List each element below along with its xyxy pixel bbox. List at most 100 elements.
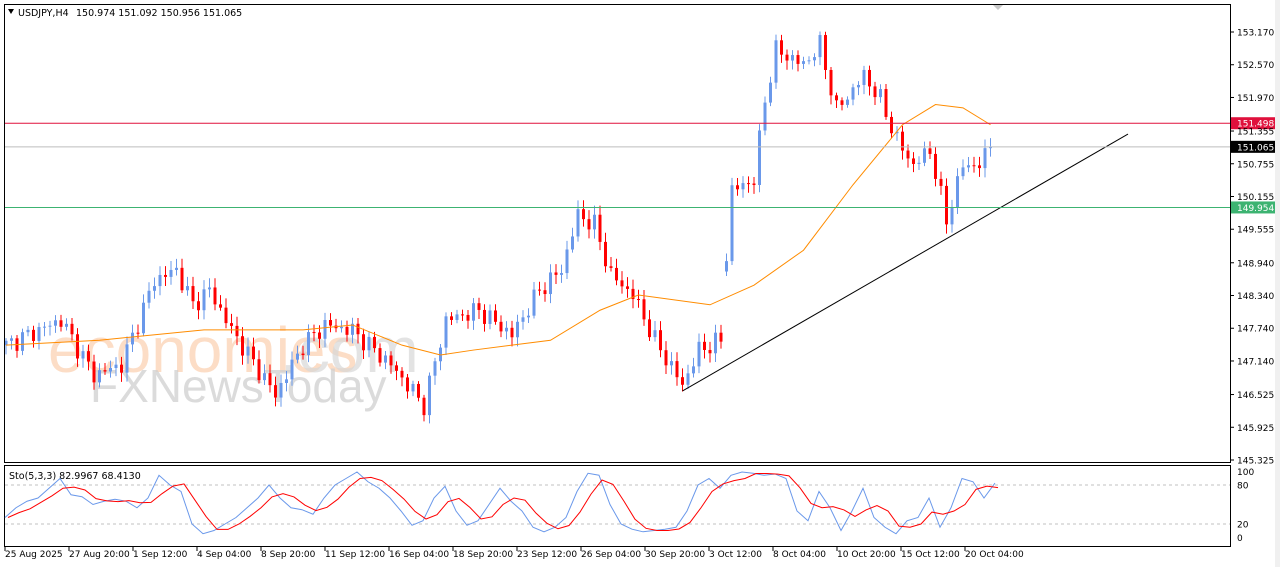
time-tick-label: 23 Sep 12:00 — [517, 550, 577, 560]
bull-candle — [923, 148, 926, 163]
bull-candle — [43, 326, 46, 328]
time-tick-label: 15 Oct 12:00 — [901, 550, 960, 560]
bear-candle — [659, 330, 662, 351]
bear-candle — [312, 332, 316, 334]
bull-candle — [285, 379, 288, 383]
bull-candle — [153, 286, 156, 291]
bear-candle — [224, 307, 228, 324]
bear-candle — [824, 35, 827, 70]
bear-candle — [840, 100, 844, 105]
bear-candle — [477, 303, 481, 310]
bear-candle — [466, 314, 470, 321]
price-tick-label: 151.355 — [1237, 128, 1274, 138]
bear-candle — [554, 272, 558, 275]
bear-candle — [510, 327, 514, 338]
bull-candle — [763, 102, 767, 131]
bull-candle — [472, 303, 475, 321]
bear-candle — [252, 346, 255, 360]
bear-candle — [796, 55, 800, 64]
bear-candle — [400, 370, 404, 378]
bull-candle — [758, 130, 761, 185]
bear-candle — [318, 332, 321, 339]
time-tick-label: 11 Sep 12:00 — [325, 550, 385, 560]
bear-candle — [543, 290, 547, 295]
bull-candle — [730, 185, 734, 262]
bull-candle — [576, 209, 580, 237]
bull-candle — [879, 89, 882, 98]
bear-candle — [378, 348, 382, 363]
bear-candle — [362, 334, 365, 351]
bear-candle — [620, 280, 624, 287]
bear-candle — [939, 178, 943, 186]
bull-candle — [26, 329, 30, 333]
bull-candle — [131, 332, 134, 345]
bear-candle — [136, 332, 140, 334]
bear-candle — [219, 304, 222, 308]
bear-candle — [422, 397, 426, 416]
bear-candle — [934, 153, 937, 179]
bull-candle — [65, 323, 68, 327]
bear-candle — [598, 214, 602, 242]
bull-candle — [202, 289, 206, 311]
price-tick-label: 148.340 — [1237, 292, 1274, 302]
price-tick-label: 152.570 — [1237, 61, 1274, 71]
bear-candle — [329, 320, 332, 326]
price-tick-label: 147.740 — [1237, 325, 1274, 335]
level-label: 100 — [1237, 468, 1254, 478]
bear-candle — [615, 267, 618, 281]
bear-candle — [197, 301, 200, 311]
bear-candle — [461, 314, 464, 316]
bear-candle — [483, 309, 486, 324]
bear-candle — [708, 349, 712, 354]
bear-candle — [235, 325, 239, 337]
price-tick-label: 150.755 — [1237, 160, 1274, 170]
bull-candle — [147, 290, 151, 303]
bull-candle — [208, 287, 211, 290]
bear-candle — [604, 241, 607, 267]
bear-candle — [906, 150, 910, 159]
bear-candle — [609, 266, 613, 268]
watermark-fxnewstoday: FXNewsToday — [90, 360, 387, 412]
bull-candle — [142, 302, 145, 334]
bull-candle — [323, 320, 327, 339]
bull-candle — [384, 355, 387, 363]
bear-candle — [92, 361, 96, 383]
bull-candle — [114, 364, 118, 369]
bull-candle — [917, 162, 921, 164]
bull-candle — [279, 382, 283, 398]
bear-candle — [719, 332, 723, 342]
price-tick-label: 145.325 — [1237, 457, 1274, 467]
bear-candle — [736, 185, 739, 190]
time-tick-label: 8 Sep 20:00 — [261, 550, 316, 560]
bull-candle — [175, 267, 178, 270]
bull-candle — [505, 327, 508, 332]
time-tick-label: 18 Sep 20:00 — [453, 550, 513, 560]
bear-candle — [32, 329, 35, 341]
bull-candle — [549, 272, 552, 295]
bull-candle — [125, 344, 129, 373]
chart-window[interactable]: economies .com FXNewsToday 151.498151.06… — [0, 0, 1280, 567]
time-tick-label: 26 Sep 04:00 — [581, 550, 641, 560]
bull-candle — [81, 351, 85, 359]
bear-candle — [230, 323, 233, 326]
time-tick-label: 8 Oct 04:00 — [773, 550, 826, 560]
bear-candle — [191, 286, 195, 302]
bull-candle — [444, 316, 448, 348]
bear-candle — [884, 89, 888, 117]
price-tick-label: 149.555 — [1237, 226, 1274, 236]
bull-candle — [593, 214, 596, 230]
bull-candle — [565, 249, 569, 274]
time-tick-label: 1 Sep 12:00 — [133, 550, 188, 560]
time-tick-label: 4 Sep 04:00 — [197, 550, 252, 560]
bear-candle — [70, 323, 74, 335]
bull-candle — [521, 317, 525, 322]
bear-candle — [395, 365, 398, 371]
bull-candle — [813, 57, 816, 61]
price-tick-label: 145.925 — [1237, 424, 1274, 434]
time-tick-label: 30 Sep 20:00 — [645, 550, 705, 560]
bull-candle — [532, 289, 536, 316]
bull-candle — [290, 359, 294, 380]
bear-candle — [747, 183, 750, 185]
bear-candle — [59, 320, 63, 327]
price-tick-label: 151.970 — [1237, 94, 1274, 104]
